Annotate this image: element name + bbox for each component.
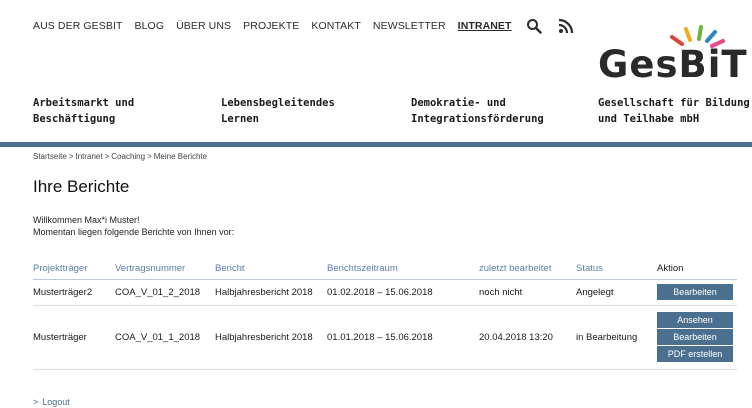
gesbit-logo[interactable]: GesBiT <box>598 18 747 100</box>
nav-projekte[interactable]: PROJEKTE <box>243 20 299 32</box>
cell-berichtszeitraum: 01.02.2018 – 15.06.2018 <box>327 279 479 306</box>
category-line: Arbeitsmarkt und <box>33 97 135 109</box>
ansehen-button[interactable]: Ansehen <box>657 312 733 328</box>
breadcrumb-coaching[interactable]: Coaching <box>111 152 145 161</box>
breadcrumb: Startseite > Intranet > Coaching > Meine Beric… <box>33 152 207 161</box>
search-icon[interactable] <box>526 18 542 34</box>
header-divider <box>0 142 752 147</box>
header-vertragsnummer: Vertragsnummer <box>115 259 215 280</box>
logout-label: Logout <box>42 397 70 407</box>
breadcrumb-separator: > <box>147 152 152 161</box>
rss-icon[interactable] <box>558 18 574 34</box>
page-title: Ihre Berichte <box>33 177 130 196</box>
header-projekttraeger: Projektträger <box>33 259 115 280</box>
nav-newsletter[interactable]: NEWSLETTER <box>373 20 446 32</box>
logo-tagline: Gesellschaft für Bildung und Teilhabe mb… <box>598 95 752 127</box>
nav-aus-der-gesbit[interactable]: AUS DER GESBIT <box>33 20 123 32</box>
cell-projekttraeger: Musterträger2 <box>33 279 115 306</box>
header-zuletzt-bearbeitet: zuletzt bearbeitet <box>479 259 576 280</box>
breadcrumb-separator: > <box>104 152 110 161</box>
category-line: Beschäftigung <box>33 113 116 125</box>
cell-aktion: Bearbeiten <box>657 279 737 306</box>
intro-text: Willkommen Max*i Muster! Momentan liegen… <box>33 214 234 238</box>
cell-status: in Bearbeitung <box>576 305 657 370</box>
nav-kontakt[interactable]: KONTAKT <box>311 20 361 32</box>
cell-aktion: Ansehen Bearbeiten PDF erstellen <box>657 305 737 370</box>
category-lebensbegleitendes-lernen[interactable]: Lebensbegleitendes Lernen <box>221 95 401 127</box>
breadcrumb-separator: > <box>68 152 74 161</box>
category-navigation: Arbeitsmarkt und Beschäftigung Lebensbeg… <box>33 95 750 135</box>
category-line: Integrationsförderung <box>411 113 544 125</box>
cell-status: Angelegt <box>576 279 657 306</box>
category-demokratie[interactable]: Demokratie- und Integrationsförderung <box>411 95 591 127</box>
category-arbeitsmarkt[interactable]: Arbeitsmarkt und Beschäftigung <box>33 95 213 127</box>
header-aktion: Aktion <box>657 259 737 280</box>
nav-blog[interactable]: BLOG <box>135 20 165 32</box>
tagline-line: Gesellschaft für Bildung <box>598 97 750 109</box>
header-status: Status <box>576 259 657 280</box>
cell-zuletzt-bearbeitet: 20.04.2018 13:20 <box>479 305 576 370</box>
cell-bericht: Halbjahresbericht 2018 <box>215 305 327 370</box>
bearbeiten-button[interactable]: Bearbeiten <box>657 284 733 300</box>
cell-zuletzt-bearbeitet: noch nicht <box>479 279 576 306</box>
table-header-row: Projektträger Vertragsnummer Bericht Ber… <box>33 259 737 280</box>
category-line: Lernen <box>221 113 259 125</box>
logo-wordmark: GesBiT <box>598 43 748 86</box>
logout-link[interactable]: > Logout <box>33 397 70 407</box>
header-bericht: Bericht <box>215 259 327 280</box>
tagline-line: und Teilhabe mbH <box>598 113 700 125</box>
chevron-right-icon: > <box>33 397 39 407</box>
breadcrumb-intranet[interactable]: Intranet <box>75 152 102 161</box>
cell-berichtszeitraum: 01.01.2018 – 15.06.2018 <box>327 305 479 370</box>
cell-vertragsnummer: COA_V_01_1_2018 <box>115 305 215 370</box>
pdf-erstellen-button[interactable]: PDF erstellen <box>657 346 733 362</box>
top-navigation: AUS DER GESBIT BLOG ÜBER UNS PROJEKTE KO… <box>33 14 588 38</box>
nav-ueber-uns[interactable]: ÜBER UNS <box>176 20 231 32</box>
nav-intranet[interactable]: INTRANET <box>458 20 512 32</box>
welcome-text: Willkommen Max*i Muster! <box>33 215 140 225</box>
header-berichtszeitraum: Berichtszeitraum <box>327 259 479 280</box>
cell-projekttraeger: Musterträger <box>33 305 115 370</box>
category-line: Lebensbegleitendes <box>221 97 335 109</box>
table-row: Musterträger COA_V_01_1_2018 Halbjahresb… <box>33 305 737 370</box>
category-line: Demokratie- und <box>411 97 506 109</box>
breadcrumb-startseite[interactable]: Startseite <box>33 152 67 161</box>
reports-table: Projektträger Vertragsnummer Bericht Ber… <box>33 259 737 370</box>
breadcrumb-current: Meine Berichte <box>153 152 208 161</box>
cell-vertragsnummer: COA_V_01_2_2018 <box>115 279 215 306</box>
cell-bericht: Halbjahresbericht 2018 <box>215 279 327 306</box>
bearbeiten-button[interactable]: Bearbeiten <box>657 329 733 345</box>
table-row: Musterträger2 COA_V_01_2_2018 Halbjahres… <box>33 279 737 306</box>
intro-line: Momentan liegen folgende Berichte von Ih… <box>33 227 235 237</box>
